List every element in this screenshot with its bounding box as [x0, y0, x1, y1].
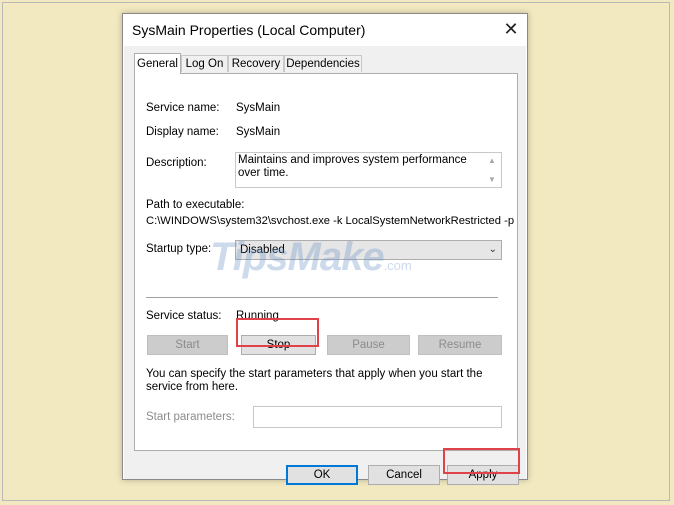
ok-button[interactable]: OK [286, 465, 358, 485]
apply-button[interactable]: Apply [447, 465, 519, 485]
arrow-up-icon[interactable]: ▲ [488, 154, 496, 167]
path-label: Path to executable: [146, 199, 245, 211]
window-title: SysMain Properties (Local Computer) [132, 22, 366, 38]
path-value: C:\WINDOWS\system32\svchost.exe -k Local… [146, 215, 515, 227]
arrow-down-icon[interactable]: ▼ [488, 173, 496, 186]
description-field[interactable]: Maintains and improves system performanc… [235, 152, 502, 188]
title-bar[interactable]: SysMain Properties (Local Computer) ✕ [123, 14, 527, 46]
cancel-button[interactable]: Cancel [368, 465, 440, 485]
description-label: Description: [146, 157, 207, 169]
service-status-label: Service status: [146, 310, 222, 322]
watermark-suffix: .com [383, 258, 412, 273]
tab-dependencies[interactable]: Dependencies [284, 55, 362, 72]
display-name-label: Display name: [146, 126, 219, 138]
start-params-input[interactable] [253, 406, 502, 428]
tab-log-on[interactable]: Log On [181, 55, 228, 72]
resume-button[interactable]: Resume [418, 335, 502, 355]
watermark-logo: TipsMake.com [210, 235, 412, 280]
service-name-value: SysMain [236, 102, 281, 114]
start-button[interactable]: Start [147, 335, 228, 355]
tab-recovery[interactable]: Recovery [228, 55, 284, 72]
startup-type-label: Startup type: [146, 243, 212, 255]
stop-button[interactable]: Stop [241, 335, 316, 355]
pause-button[interactable]: Pause [327, 335, 410, 355]
start-params-label: Start parameters: [146, 411, 235, 423]
start-params-hint: You can specify the start parameters tha… [146, 368, 483, 393]
service-name-label: Service name: [146, 102, 220, 114]
watermark-brand: TipsMake [210, 235, 385, 279]
close-icon[interactable]: ✕ [499, 17, 523, 41]
display-name-value: SysMain [236, 126, 281, 138]
tab-general[interactable]: General [134, 53, 181, 74]
section-divider [146, 297, 498, 298]
service-status-value: Running [236, 310, 279, 322]
description-scrollbar[interactable]: ▲ ▼ [487, 154, 499, 186]
chevron-down-icon: ⌄ [488, 244, 497, 255]
description-text: Maintains and improves system performanc… [238, 154, 467, 179]
